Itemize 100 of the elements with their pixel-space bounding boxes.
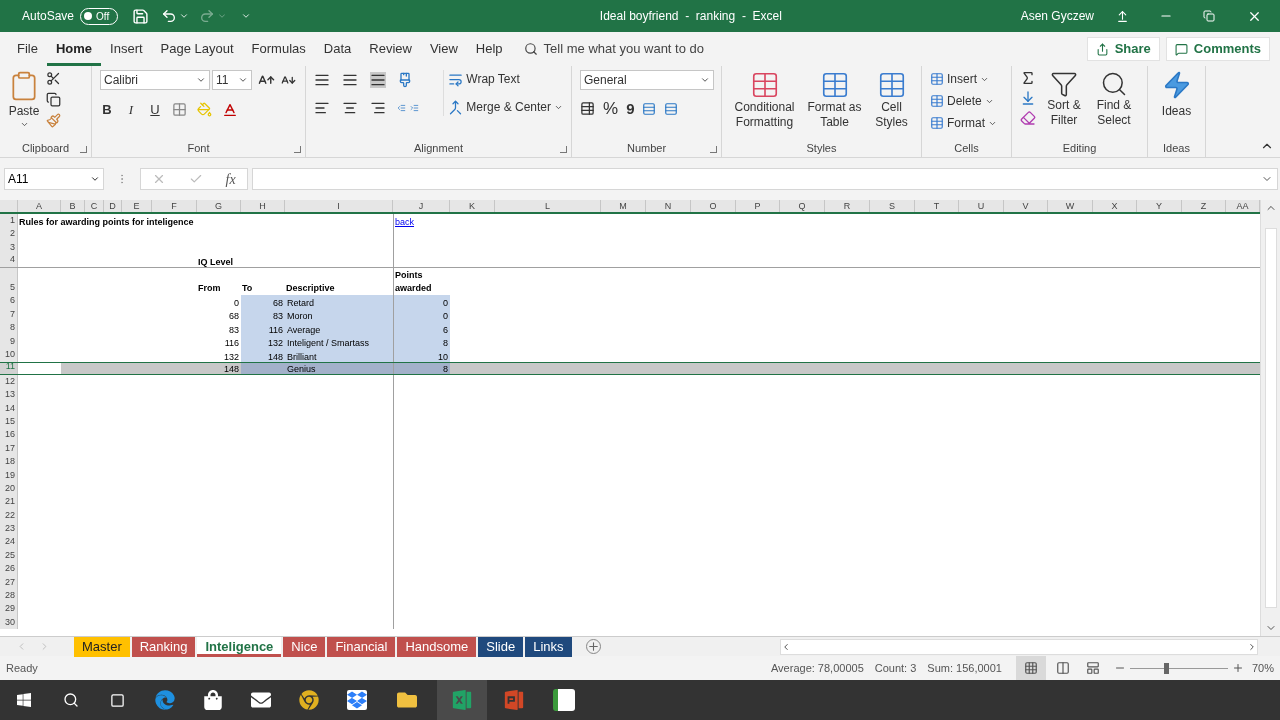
chrome-icon[interactable] (299, 690, 319, 710)
undo-icon[interactable] (161, 8, 178, 24)
sheet-tab[interactable]: Ranking (131, 637, 196, 657)
font-color-icon[interactable] (222, 101, 238, 118)
sheet-tab[interactable]: Master (74, 637, 130, 657)
folder-icon[interactable] (397, 690, 417, 710)
spreadsheet-app-icon[interactable] (451, 689, 473, 711)
search-icon[interactable] (63, 692, 79, 708)
row-header[interactable]: 20 (0, 482, 18, 496)
comments-button[interactable]: Comments (1165, 37, 1270, 61)
sheet-tab[interactable]: Links (525, 637, 572, 657)
column-header[interactable]: J (393, 200, 450, 212)
zoom-level[interactable]: 70% (1251, 659, 1274, 677)
align-bottom-icon[interactable] (369, 72, 386, 88)
sheet-tab[interactable]: Nice (283, 637, 326, 657)
task-view-icon[interactable] (110, 692, 125, 708)
caret-icon[interactable] (179, 11, 190, 21)
styles-button[interactable]: Conditional Formatting (730, 70, 799, 130)
ribbon-tab[interactable]: Data (314, 32, 361, 66)
column-header[interactable]: F (152, 200, 197, 212)
ribbon-tab[interactable]: Review (360, 32, 421, 66)
column-header[interactable]: Y (1137, 200, 1182, 212)
column-header[interactable]: H (241, 200, 285, 212)
column-header[interactable]: A (18, 200, 61, 212)
share-button[interactable]: Share (1086, 37, 1160, 61)
sheet-tab[interactable]: Inteligence (197, 637, 282, 657)
sheet-tab[interactable]: Slide (478, 637, 524, 657)
column-header[interactable]: I (285, 200, 393, 212)
editing-button[interactable]: Find & Select (1092, 70, 1136, 128)
row-header[interactable]: 10 (0, 348, 18, 362)
row-header[interactable]: 18 (0, 455, 18, 469)
scroll-right-icon[interactable] (1247, 641, 1257, 652)
row-header[interactable]: 8 (0, 321, 18, 335)
paste-button[interactable]: Paste (8, 70, 40, 129)
align-middle-icon[interactable] (341, 72, 358, 88)
fill-icon[interactable] (1020, 90, 1036, 106)
percent-button[interactable]: % (603, 100, 619, 117)
column-header[interactable]: M (601, 200, 646, 212)
row-header[interactable]: 1 (0, 214, 18, 228)
row-header[interactable]: 21 (0, 495, 18, 509)
merge-center-button[interactable]: Merge & Center (448, 98, 563, 116)
save-icon[interactable] (132, 7, 150, 25)
column-header[interactable]: K (450, 200, 495, 212)
column-header[interactable]: D (104, 200, 122, 212)
zoom-slider-thumb[interactable] (1164, 662, 1170, 674)
column-header[interactable]: E (122, 200, 152, 212)
dialog-launcher-icon[interactable] (710, 146, 717, 153)
column-header[interactable]: X (1093, 200, 1137, 212)
cells-button[interactable]: Insert (930, 70, 997, 88)
row-header[interactable]: 13 (0, 388, 18, 402)
row-header[interactable]: 15 (0, 415, 18, 429)
name-box[interactable]: A11 (4, 168, 104, 190)
number-format-dropdown[interactable]: General (580, 70, 714, 90)
ribbon-display-icon[interactable] (1116, 9, 1129, 23)
restore-icon[interactable] (1203, 10, 1215, 22)
ribbon-tab[interactable]: File (8, 32, 47, 66)
comma-button[interactable]: 9 (626, 101, 635, 116)
ribbon-tab[interactable]: Help (466, 32, 512, 66)
row-header[interactable]: 5 (0, 267, 18, 295)
styles-button[interactable]: Format as Table (804, 70, 865, 130)
row-header[interactable]: 28 (0, 589, 18, 603)
dialog-launcher-icon[interactable] (80, 146, 87, 153)
scroll-left-icon[interactable] (781, 641, 791, 652)
store-icon[interactable] (203, 690, 223, 710)
mail-icon[interactable] (251, 690, 271, 710)
styles-button[interactable]: Cell Styles (870, 70, 913, 130)
italic-button[interactable]: I (124, 100, 138, 120)
column-header[interactable]: N (646, 200, 691, 212)
ribbon-tab[interactable]: Formulas (242, 32, 315, 66)
bold-button[interactable]: B (100, 100, 114, 120)
presentation-app-icon[interactable] (503, 689, 525, 711)
row-header[interactable]: 16 (0, 428, 18, 442)
align-left-icon[interactable] (314, 100, 330, 116)
copy-icon[interactable] (46, 92, 61, 107)
sheet-tab[interactable]: Handsome (397, 637, 477, 657)
ribbon-tab[interactable]: Page Layout (151, 32, 243, 66)
back-link[interactable]: back (394, 218, 414, 228)
align-top-icon[interactable] (314, 72, 330, 88)
fill-color-icon[interactable] (197, 102, 212, 118)
column-header[interactable]: G (197, 200, 241, 212)
column-header[interactable]: P (736, 200, 780, 212)
column-header[interactable]: R (825, 200, 870, 212)
tell-me-field[interactable]: Tell me what you want to do (523, 39, 704, 59)
font-name-dropdown[interactable]: Calibri (100, 70, 210, 90)
column-header[interactable]: C (85, 200, 104, 212)
underline-button[interactable]: U (148, 100, 162, 120)
row-header[interactable]: 23 (0, 522, 18, 536)
cells-button[interactable]: Delete (930, 92, 997, 110)
column-header[interactable]: T (915, 200, 959, 212)
browser-icon[interactable] (155, 690, 175, 710)
column-header[interactable]: Q (780, 200, 825, 212)
column-header[interactable]: U (959, 200, 1004, 212)
dialog-launcher-icon[interactable] (294, 146, 301, 153)
formula-field[interactable] (252, 168, 1278, 190)
column-header[interactable]: L (495, 200, 601, 212)
align-center-icon[interactable] (341, 100, 358, 116)
ribbon-tab[interactable]: Insert (101, 32, 152, 66)
ideas-button[interactable]: Ideas (1156, 70, 1197, 120)
borders-icon[interactable] (172, 102, 187, 118)
row-header[interactable]: 2 (0, 227, 18, 241)
